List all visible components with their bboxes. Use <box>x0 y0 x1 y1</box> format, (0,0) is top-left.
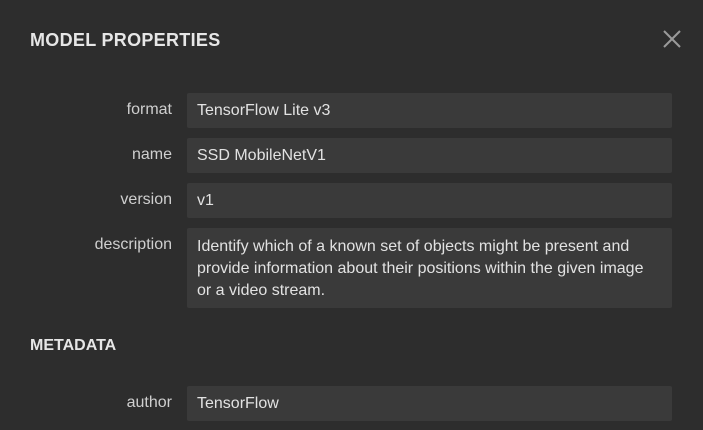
name-label: name <box>131 146 172 163</box>
format-value-text: TensorFlow Lite v3 <box>197 101 331 119</box>
description-value: Identify which of a known set of objects… <box>187 228 672 308</box>
close-button[interactable] <box>660 27 684 51</box>
version-value: v1 <box>187 183 672 218</box>
name-value: SSD MobileNetV1 <box>187 138 672 173</box>
close-icon <box>663 30 681 48</box>
author-label: author <box>126 394 172 411</box>
format-value: TensorFlow Lite v3 <box>187 93 672 128</box>
format-label: format <box>126 101 172 118</box>
dialog-title: MODEL PROPERTIES <box>30 30 221 50</box>
metadata-heading: METADATA <box>30 337 117 354</box>
description-label: description <box>94 236 172 253</box>
author-value-text: TensorFlow <box>197 394 279 412</box>
model-properties-dialog: MODEL PROPERTIES format TensorFlow Lite … <box>0 0 703 430</box>
name-value-text: SSD MobileNetV1 <box>197 146 326 164</box>
version-label: version <box>120 191 172 208</box>
author-value: TensorFlow <box>187 386 672 421</box>
version-value-text: v1 <box>197 191 214 209</box>
